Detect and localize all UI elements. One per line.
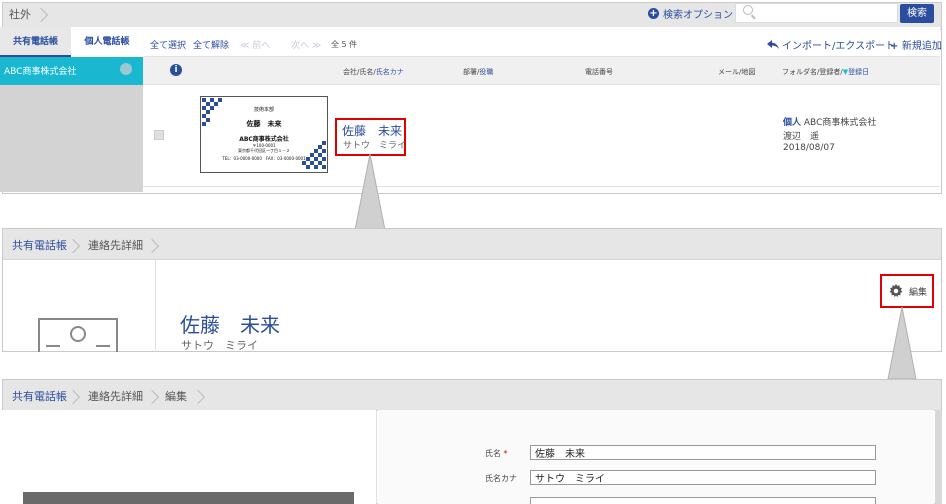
breadcrumb [3,229,941,260]
next-page-link[interactable]: 次へ ≫ [291,38,321,51]
registered-date: 2018/08/07 [783,143,835,153]
search-option-label: 検索オプション [663,10,733,21]
column-folder-label: フォルダ名/登録者/ [782,68,843,76]
contact-detail-panel [2,228,942,352]
next-input[interactable] [530,497,876,504]
contact-name: 佐藤 未来 [180,313,280,337]
column-mail[interactable]: メール/地図 [718,67,755,77]
scrollbar[interactable] [935,410,942,504]
card-name: 佐藤 未来 [246,120,282,128]
field-label-name: 氏名 * [485,448,508,459]
tab-shared-phonebook[interactable]: 共有電話帳 [0,27,71,57]
search-input[interactable] [735,3,898,23]
column-phone[interactable]: 電話番号 [585,67,613,77]
import-export-link[interactable]: インポート/エクスポート [767,37,895,52]
kana-input[interactable] [530,470,876,485]
column-position-sort[interactable]: 役職 [479,68,493,76]
search-button[interactable]: 検索 [900,4,934,23]
card-company: ABC商事株式会社 [239,136,289,143]
column-kana-sort[interactable]: 氏名カナ [376,68,404,76]
import-export-label: インポート/エクスポート [782,41,896,52]
column-dept-label: 部署/ [463,68,480,76]
divider [155,259,156,352]
registrar: 渡辺 遥 [783,132,820,142]
total-count: 全 5 件 [331,40,358,49]
card-address: 東京都千代田区一丁目１－２ [238,148,290,153]
required-mark: * [503,449,508,458]
info-icon[interactable]: i [170,64,182,76]
search-icon [743,5,753,15]
card-preview-image[interactable] [23,492,354,504]
column-dept[interactable]: 部署/役職 [463,67,493,77]
breadcrumb-contact-detail[interactable]: 連絡先詳細 [88,388,143,404]
tab-personal-phonebook[interactable]: 個人電話帳 [71,27,143,57]
sidebar-empty-area [0,85,143,192]
breadcrumb-contact-detail: 連絡先詳細 [88,239,143,252]
prev-page-link[interactable]: ≪ 前へ [240,38,270,51]
row-checkbox[interactable] [154,130,164,140]
breadcrumb-edit: 編集 [165,390,187,403]
plus-circle-icon: + [648,8,659,19]
breadcrumb-shared-phonebook[interactable]: 共有電話帳 [12,237,67,253]
highlight-box [880,274,934,308]
business-card-image[interactable]: 技術本部 佐藤 未来 ABC商事株式会社 〒100-0001 東京都千代田区一丁… [200,96,328,173]
column-folder[interactable]: フォルダ名/登録者/▼登録日 [782,67,869,77]
callout-pointer-icon [887,306,917,380]
add-new-button[interactable]: + 新規追加 [890,37,942,52]
card-dept: 技術本部 [253,107,274,113]
name-input[interactable] [530,445,876,460]
column-date-sort[interactable]: 登録日 [848,68,869,76]
folder-company: 個人 ABC商事株式会社 [783,115,876,128]
reply-arrow-icon [767,40,779,49]
deselect-all-link[interactable]: 全て解除 [193,38,229,51]
sidebar-item-label: ABC商事株式会社 [4,67,77,77]
add-new-label: 新規追加 [901,41,942,52]
breadcrumb-outside[interactable]: 社外 [9,6,31,22]
card-tel: TEL：03-0000-0000 FAX：03-0000-0001 [222,156,306,161]
select-all-link[interactable]: 全て選択 [150,38,186,51]
column-company-label: 会社/氏名/ [343,68,376,76]
plus-icon: + [890,41,902,52]
search-option-link[interactable]: + 検索オプション [648,6,733,21]
field-label-name-text: 氏名 [485,449,501,458]
card-preview-area [2,410,377,504]
contact-card-icon [38,318,118,352]
folder-tag[interactable]: 個人 [783,118,801,128]
folder-company-name: ABC商事株式会社 [803,118,877,128]
contact-kana: サトウ ミライ [181,339,258,352]
breadcrumb [3,380,941,411]
gear-icon[interactable] [120,63,132,75]
breadcrumb-shared-phonebook[interactable]: 共有電話帳 [12,388,67,404]
field-label-kana: 氏名カナ [485,474,517,483]
column-company[interactable]: 会社/氏名/氏名カナ [343,67,404,77]
callout-pointer-icon [354,153,386,231]
